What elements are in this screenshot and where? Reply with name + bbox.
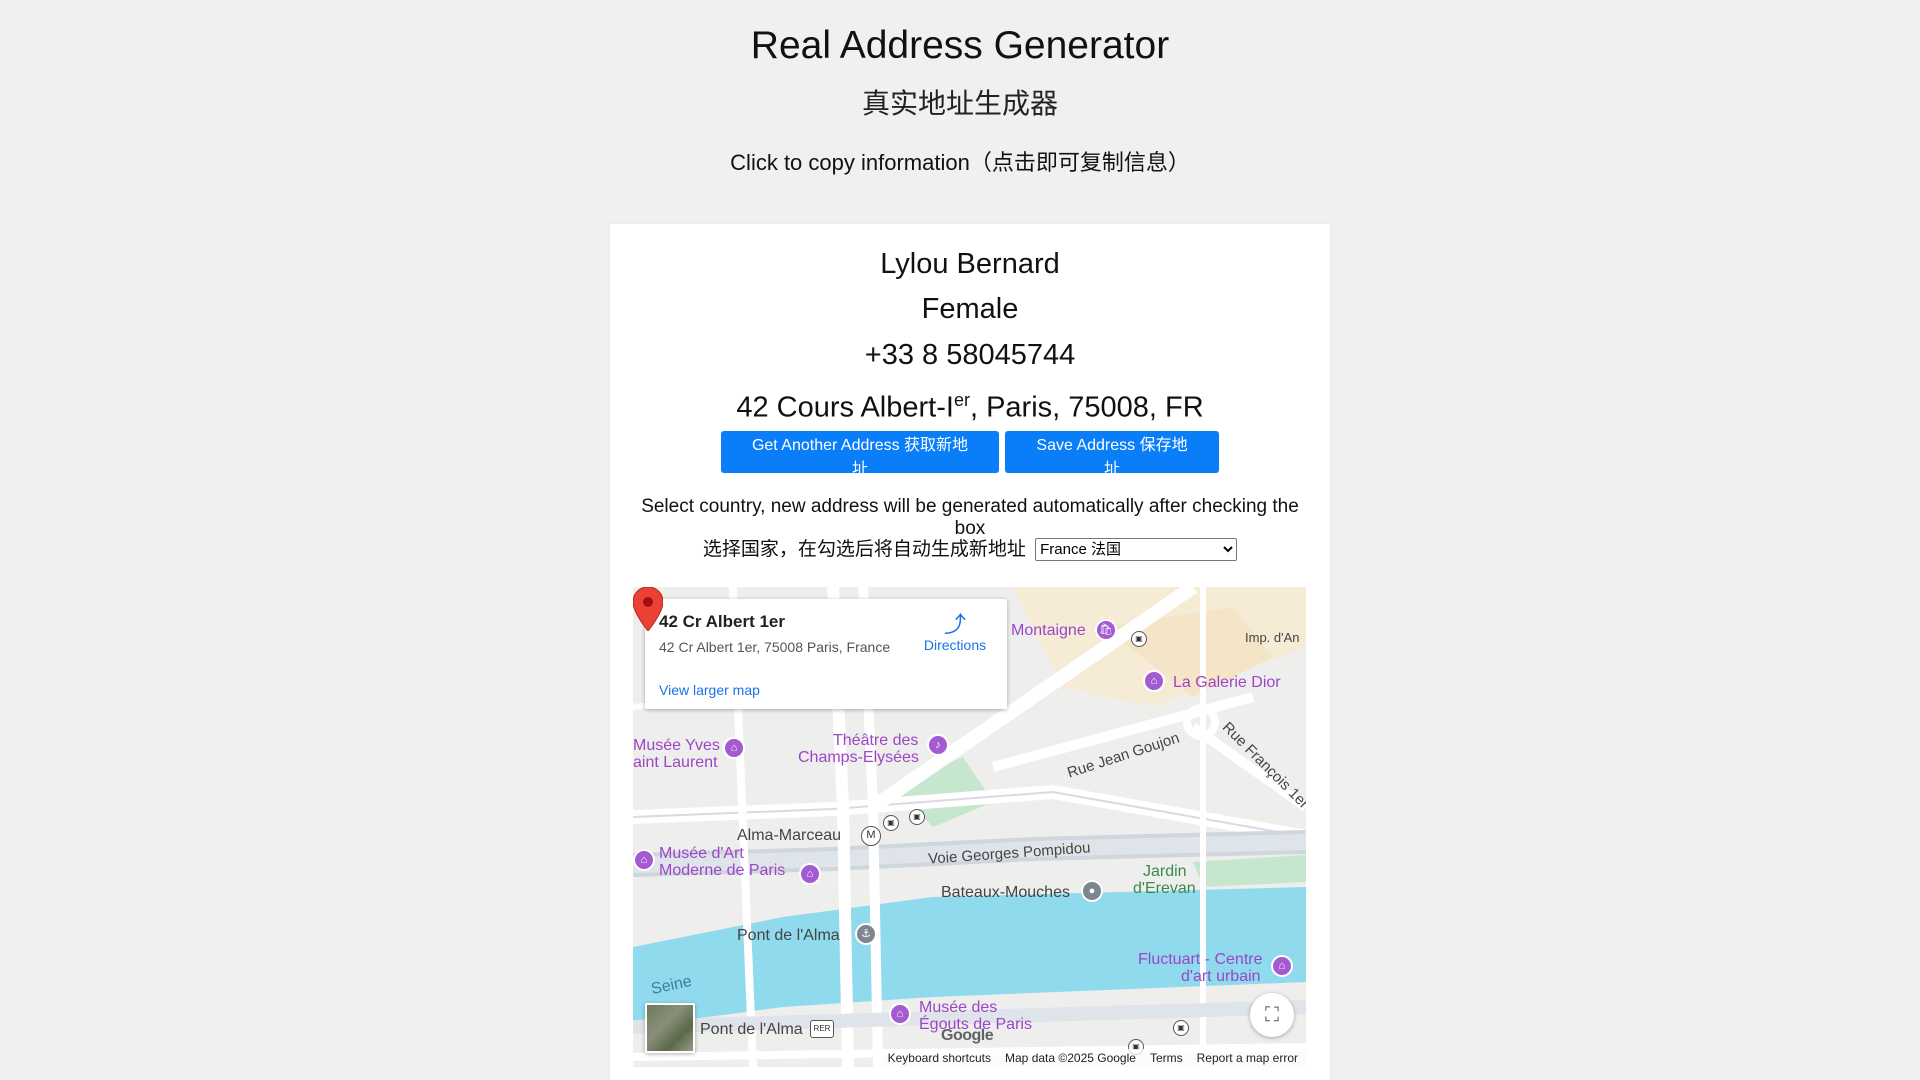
action-buttons: Get Another Address 获取新地址 Save Address 保… [610, 431, 1330, 478]
address-superscript: er [953, 390, 970, 410]
museum-poi-icon[interactable]: ⌂ [1143, 670, 1165, 692]
map-label-imp-dan: Imp. d'An [1245, 630, 1300, 645]
country-select-instruction: Select country, new address will be gene… [641, 496, 1299, 539]
keyboard-shortcuts-link[interactable]: Keyboard shortcuts [888, 1051, 991, 1065]
map-embed[interactable]: 42 Cr Albert 1er 42 Cr Albert 1er, 75008… [633, 587, 1306, 1067]
bus-stop-icon[interactable]: ▣ [1173, 1020, 1189, 1036]
person-address[interactable]: 42 Cours Albert-Ier, Paris, 75008, FR [610, 382, 1330, 426]
map-label-musee-yves-2[interactable]: aint Laurent [633, 754, 718, 771]
map-label-fluctuart-1[interactable]: Fluctuart - Centre [1138, 951, 1262, 968]
theater-poi-icon[interactable]: ♪ [927, 734, 949, 756]
country-select-row: 选择国家，在勾选后将自动生成新地址 France 法国 [610, 538, 1330, 562]
map-label-jardin-1[interactable]: Jardin [1143, 863, 1187, 880]
terms-link[interactable]: Terms [1150, 1051, 1183, 1065]
map-label-fluctuart-2[interactable]: d'art urbain [1181, 968, 1261, 985]
person-phone[interactable]: +33 8 58045744 [610, 337, 1330, 373]
museum-poi-icon[interactable]: ⌂ [889, 1003, 911, 1025]
bus-stop-icon[interactable]: ▣ [883, 815, 899, 831]
museum-poi-icon[interactable]: ⌂ [723, 737, 745, 759]
museum-poi-icon[interactable]: ⌂ [633, 849, 655, 871]
map-data-attribution: Map data ©2025 Google [1005, 1051, 1136, 1065]
map-label-musee-art-1[interactable]: Musée d'Art [659, 845, 744, 862]
map-label-theatre-1[interactable]: Théâtre des [833, 732, 918, 749]
map-label-musee-art-2[interactable]: Moderne de Paris [659, 862, 785, 879]
map-label-montaigne[interactable]: Montaigne [1011, 622, 1086, 639]
location-marker-icon[interactable] [633, 587, 663, 631]
map-label-bateaux[interactable]: Bateaux-Mouches [941, 884, 1070, 901]
page-title: Real Address Generator [750, 24, 1170, 67]
get-another-address-button[interactable]: Get Another Address 获取新地址 [721, 431, 999, 478]
map-label-pont-alma[interactable]: Pont de l'Alma [737, 927, 840, 944]
map-info-card: 42 Cr Albert 1er 42 Cr Albert 1er, 75008… [645, 599, 1007, 709]
place-poi-icon[interactable]: ● [1081, 880, 1103, 902]
shopping-poi-icon[interactable]: 🛍 [1095, 619, 1117, 641]
map-place-address: 42 Cr Albert 1er, 75008 Paris, France [659, 639, 891, 655]
museum-poi-icon[interactable]: ⌂ [799, 863, 821, 885]
copy-hint: Click to copy information（点击即可复制信息） [730, 150, 1190, 175]
satellite-layer-toggle[interactable] [645, 1003, 695, 1053]
fullscreen-icon[interactable]: ⛶ [1250, 993, 1294, 1037]
address-card: Lylou Bernard Female +33 8 58045744 42 C… [610, 224, 1330, 1080]
map-place-title: 42 Cr Albert 1er [659, 612, 785, 631]
directions-label: Directions [923, 637, 987, 653]
map-footer: Keyboard shortcuts Map data ©2025 Google… [879, 1049, 1306, 1067]
address-street: 42 Cours Albert-I [736, 391, 954, 424]
map-label-theatre-2[interactable]: Champs-Elysées [798, 749, 919, 766]
save-address-button[interactable]: Save Address 保存地址 [1005, 431, 1219, 478]
map-label-pont-alma-rer[interactable]: Pont de l'Alma [700, 1021, 803, 1038]
person-name[interactable]: Lylou Bernard [610, 246, 1330, 282]
directions-icon: ⤴ [943, 612, 966, 637]
address-city: , Paris, 75008, FR [969, 391, 1204, 424]
bus-stop-icon[interactable]: ▣ [1131, 631, 1147, 647]
map-label-alma-marceau[interactable]: Alma-Marceau [737, 827, 841, 844]
page-subtitle: 真实地址生成器 [861, 87, 1058, 120]
map-label-galerie-dior[interactable]: La Galerie Dior [1173, 674, 1281, 691]
map-label-musee-yves-1[interactable]: Musée Yves [633, 737, 720, 754]
country-select-label: 选择国家，在勾选后将自动生成新地址 [702, 539, 1026, 560]
rer-station-icon[interactable]: RER [810, 1020, 834, 1038]
page: Real Address Generator 真实地址生成器 Click to … [0, 0, 1920, 1080]
directions-button[interactable]: ⤴ Directions [917, 612, 993, 654]
museum-poi-icon[interactable]: ⌂ [1271, 955, 1293, 977]
map-label-egouts-1[interactable]: Musée des [919, 999, 997, 1016]
country-select[interactable]: France 法国 [1035, 538, 1238, 562]
person-gender[interactable]: Female [610, 291, 1330, 327]
metro-station-icon[interactable]: M [861, 826, 881, 846]
report-map-error-link[interactable]: Report a map error [1197, 1051, 1298, 1065]
bus-stop-icon[interactable]: ▣ [909, 809, 925, 825]
view-larger-map-link[interactable]: View larger map [659, 682, 760, 698]
boat-poi-icon[interactable]: ⚓ [855, 923, 877, 945]
map-label-jardin-2[interactable]: d'Erevan [1133, 880, 1196, 897]
google-logo: Google [941, 1027, 994, 1044]
